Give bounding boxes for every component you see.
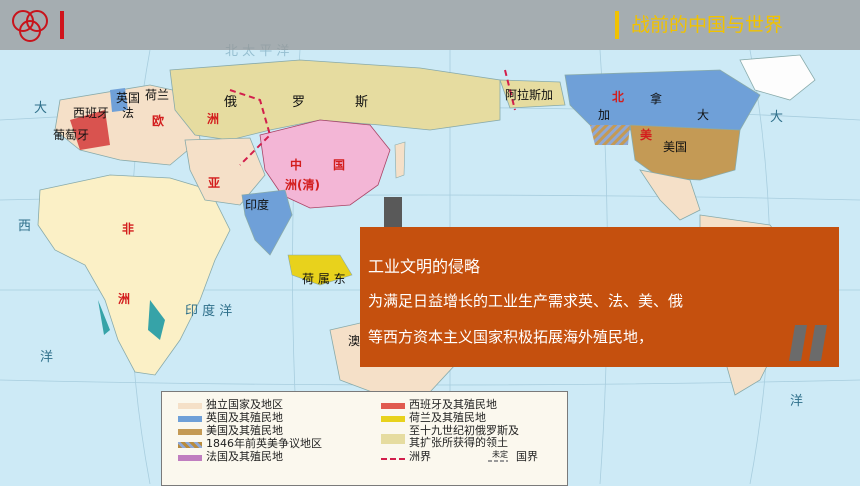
- label-canada-1: 加: [598, 108, 611, 122]
- label-ocean-left: 洋: [40, 350, 54, 365]
- label-holland: 荷兰: [145, 88, 170, 102]
- label-india: 印度: [245, 198, 270, 212]
- label-alaska: 阿拉斯加: [505, 88, 554, 102]
- legend-swatch-spain: [381, 403, 405, 409]
- label-west: 西: [18, 219, 32, 234]
- legend-swatch-independent: [178, 403, 202, 409]
- legend-swatch-continent-line: [381, 458, 405, 460]
- label-indian-ocean: 印 度 洋: [185, 304, 233, 319]
- label-europe-2: 洲: [207, 112, 220, 126]
- legend-item-holland: 荷兰及其殖民地: [409, 411, 486, 424]
- label-russia-1: 俄: [224, 95, 248, 110]
- label-europe-1: 欧: [152, 114, 165, 128]
- legend-item-continent-line: 洲界: [409, 450, 431, 463]
- legend-swatch-britain: [178, 416, 202, 422]
- legend-swatch-holland: [381, 416, 405, 422]
- legend-item-independent: 独立国家及地区: [206, 398, 283, 411]
- label-ocean-right2: 洋: [790, 394, 804, 409]
- legend-item-russia-2: 其扩张所获得的领土: [409, 436, 508, 449]
- map-legend: 独立国家及地区 英国及其殖民地 美国及其殖民地 1846年前英美争议地区 法国及…: [161, 391, 568, 486]
- label-north-america-1: 北: [612, 90, 625, 104]
- label-africa-1: 非: [122, 222, 135, 236]
- legend-item-spain: 西班牙及其殖民地: [409, 398, 497, 411]
- label-australia-fragment: 澳: [348, 334, 361, 348]
- quote-mark-icon: [789, 325, 827, 361]
- popup-line-2: 等西方资本主义国家积极拓展海外殖民地，: [368, 328, 654, 346]
- legend-item-disputed: 1846年前英美争议地区: [206, 437, 322, 450]
- label-da-left: 大: [34, 101, 48, 116]
- label-portugal: 葡萄牙: [53, 128, 90, 142]
- legend-swatch-usa: [178, 429, 202, 435]
- popup-line-1: 为满足日益增长的工业生产需求英、法、美、俄: [368, 292, 684, 310]
- header-accent-bar: [60, 11, 64, 39]
- legend-swatch-france: [178, 455, 202, 461]
- label-china-1: 中: [290, 158, 303, 172]
- label-usa: 美国: [663, 140, 688, 154]
- label-dutch-indies: 荷 属 东: [302, 272, 346, 286]
- legend-item-border: 国界: [516, 450, 538, 463]
- label-ocean-right: 大: [770, 110, 784, 125]
- legend-swatch-russia: [381, 434, 405, 444]
- label-china-2: 国: [333, 158, 346, 172]
- label-north-america-2: 美: [640, 128, 653, 142]
- info-popup: 工业文明的侵略 为满足日益增长的工业生产需求英、法、美、俄 等西方资本主义国家积…: [360, 227, 839, 367]
- popup-title: 工业文明的侵略: [368, 257, 481, 276]
- legend-swatch-border-line: [488, 460, 508, 462]
- label-china-3: 洲(清): [285, 178, 320, 192]
- legend-item-britain: 英国及其殖民地: [206, 411, 283, 424]
- legend-item-france: 法国及其殖民地: [206, 450, 283, 463]
- label-africa-2: 洲: [118, 292, 131, 306]
- label-russia-2: 罗: [292, 95, 316, 110]
- map-marker: [384, 197, 402, 231]
- page-title: 战前的中国与世界: [631, 14, 784, 36]
- legend-swatch-disputed: [178, 442, 202, 448]
- label-canada-2: 拿: [650, 92, 663, 106]
- label-france: 法: [122, 106, 135, 120]
- label-canada-3: 大: [697, 108, 710, 122]
- legend-item-usa: 美国及其殖民地: [206, 424, 283, 437]
- title-accent-bar: [615, 11, 619, 39]
- label-spain: 西班牙: [73, 106, 110, 120]
- label-britain: 英国: [116, 91, 141, 105]
- label-asia: 亚: [208, 176, 221, 190]
- three-circles-logo-icon: [12, 10, 48, 42]
- label-russia-3: 斯: [355, 95, 379, 110]
